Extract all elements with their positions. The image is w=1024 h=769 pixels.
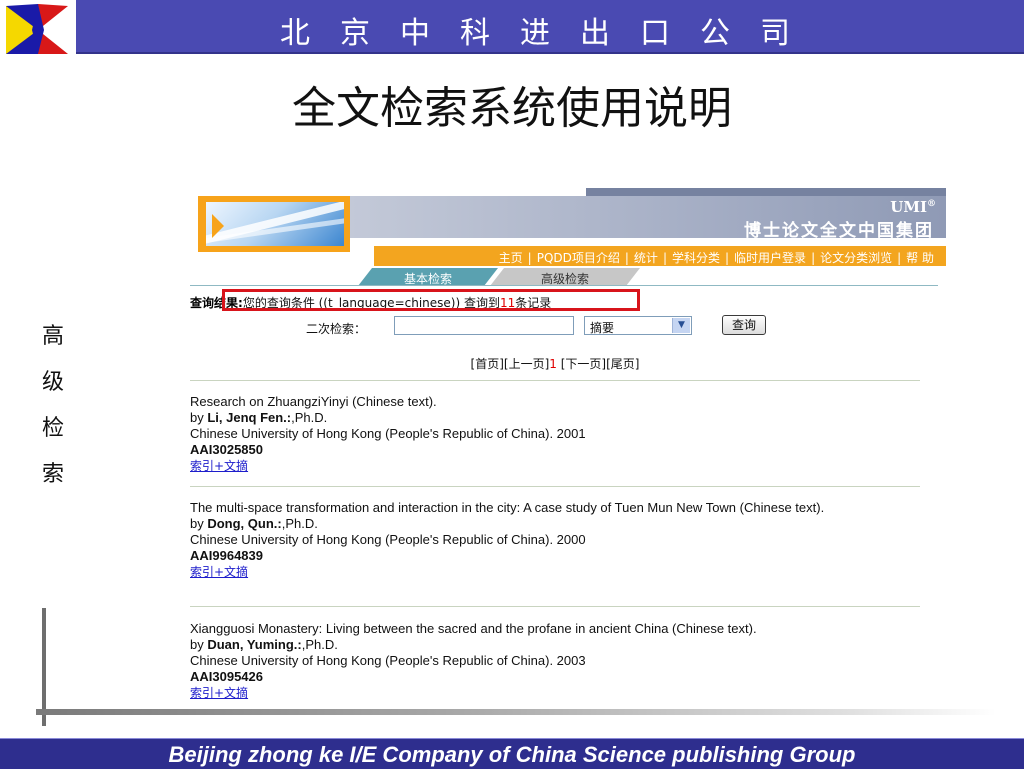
result-accession: AAI3025850 — [190, 442, 263, 457]
result-authors: Li, Jenq Fen.: — [207, 410, 292, 425]
light-burst-image — [206, 202, 344, 246]
header-bar: 北京中科进出口公司 — [76, 0, 1024, 54]
decorative-horizontal-line — [36, 709, 996, 715]
result-byline: by Dong, Qun.:,Ph.D. — [190, 516, 318, 531]
nav-bar: 主页 | PQDD项目介绍 | 统计 | 学科分类 | 临时用户登录 | 论文分类浏览 | 帮 助 — [374, 246, 946, 266]
side-label-char: 检 — [41, 416, 64, 441]
highlight-box — [222, 289, 640, 311]
pagination: [首页][上一页]1 [下一页][尾页] — [0, 355, 1024, 372]
result-item: The multi-space transformation and inter… — [190, 500, 920, 580]
nav-pqdd-intro[interactable]: PQDD项目介绍 — [537, 251, 620, 265]
refine-search-input[interactable] — [394, 316, 574, 335]
refine-search-label: 二次检索： — [306, 322, 367, 336]
tab-underline — [190, 285, 938, 286]
result-authors: Duan, Yuming.: — [207, 637, 302, 652]
play-arrow-icon — [212, 214, 224, 238]
nav-help[interactable]: 帮 助 — [906, 251, 934, 265]
tab-basic-search[interactable]: 基本检索 — [358, 268, 498, 286]
pager-next[interactable]: [下一页] — [561, 357, 606, 371]
result-accession: AAI3095426 — [190, 669, 263, 684]
result-school: Chinese University of Hong Kong (People'… — [190, 532, 586, 547]
nav-temp-login[interactable]: 临时用户登录 — [734, 251, 806, 265]
result-title: Xiangguosi Monastery: Living between the… — [190, 621, 757, 636]
result-authors: Dong, Qun.: — [207, 516, 282, 531]
nav-statistics[interactable]: 统计 — [634, 251, 658, 265]
side-label: 高 级 检 索 — [36, 314, 70, 498]
company-name: 北京中科进出口公司 — [280, 16, 820, 51]
result-title: Research on ZhuangziYinyi (Chinese text)… — [190, 394, 437, 409]
result-item: Xiangguosi Monastery: Living between the… — [190, 621, 920, 701]
pager-first[interactable]: [首页] — [471, 357, 504, 371]
result-divider — [190, 486, 920, 487]
pager-prev[interactable]: [上一页] — [504, 357, 549, 371]
site-title: 博士论文全文中国集团 — [744, 221, 934, 241]
side-label-char: 索 — [41, 462, 64, 487]
result-divider — [190, 380, 920, 381]
footer-bar: Beijing zhong ke I/E Company of China Sc… — [0, 738, 1024, 769]
pager-current: 1 — [549, 357, 557, 371]
site-banner: UMI® 博士论文全文中国集团 — [350, 196, 946, 241]
nav-subjects[interactable]: 学科分类 — [672, 251, 720, 265]
result-divider — [190, 606, 920, 607]
query-button[interactable]: 查询 — [722, 315, 766, 335]
umi-brand: UMI® — [890, 198, 936, 216]
result-item: Research on ZhuangziYinyi (Chinese text)… — [190, 394, 920, 474]
side-label-char: 高 — [41, 324, 64, 349]
field-select[interactable]: 摘要 ▼ — [584, 316, 692, 335]
tab-advanced-search[interactable]: 高级检索 — [490, 268, 640, 286]
footer-text: Beijing zhong ke I/E Company of China Sc… — [168, 742, 856, 767]
result-abstract-link[interactable]: 索引+文摘 — [190, 459, 248, 473]
result-abstract-link[interactable]: 索引+文摘 — [190, 686, 248, 700]
result-byline: by Duan, Yuming.:,Ph.D. — [190, 637, 338, 652]
field-select-value: 摘要 — [590, 321, 615, 335]
nav-home[interactable]: 主页 — [499, 251, 523, 265]
result-abstract-link[interactable]: 索引+文摘 — [190, 565, 248, 579]
chevron-down-icon[interactable]: ▼ — [672, 318, 690, 333]
pager-last[interactable]: [尾页] — [606, 357, 639, 371]
nav-browse[interactable]: 论文分类浏览 — [820, 251, 892, 265]
result-school: Chinese University of Hong Kong (People'… — [190, 426, 586, 441]
nav-links: 主页 | PQDD项目介绍 | 统计 | 学科分类 | 临时用户登录 | 论文分类浏览 | 帮 助 — [498, 251, 934, 265]
company-logo — [4, 2, 70, 56]
site-logo[interactable] — [198, 196, 350, 252]
result-school: Chinese University of Hong Kong (People'… — [190, 653, 586, 668]
result-accession: AAI9964839 — [190, 548, 263, 563]
slide-title: 全文检索系统使用说明 — [292, 83, 732, 134]
site-header: UMI® 博士论文全文中国集团 主页 | PQDD项目介绍 | 统计 | 学科分类 | 临时用户… — [198, 188, 946, 266]
result-byline: by Li, Jenq Fen.:,Ph.D. — [190, 410, 328, 425]
result-title: The multi-space transformation and inter… — [190, 500, 825, 515]
